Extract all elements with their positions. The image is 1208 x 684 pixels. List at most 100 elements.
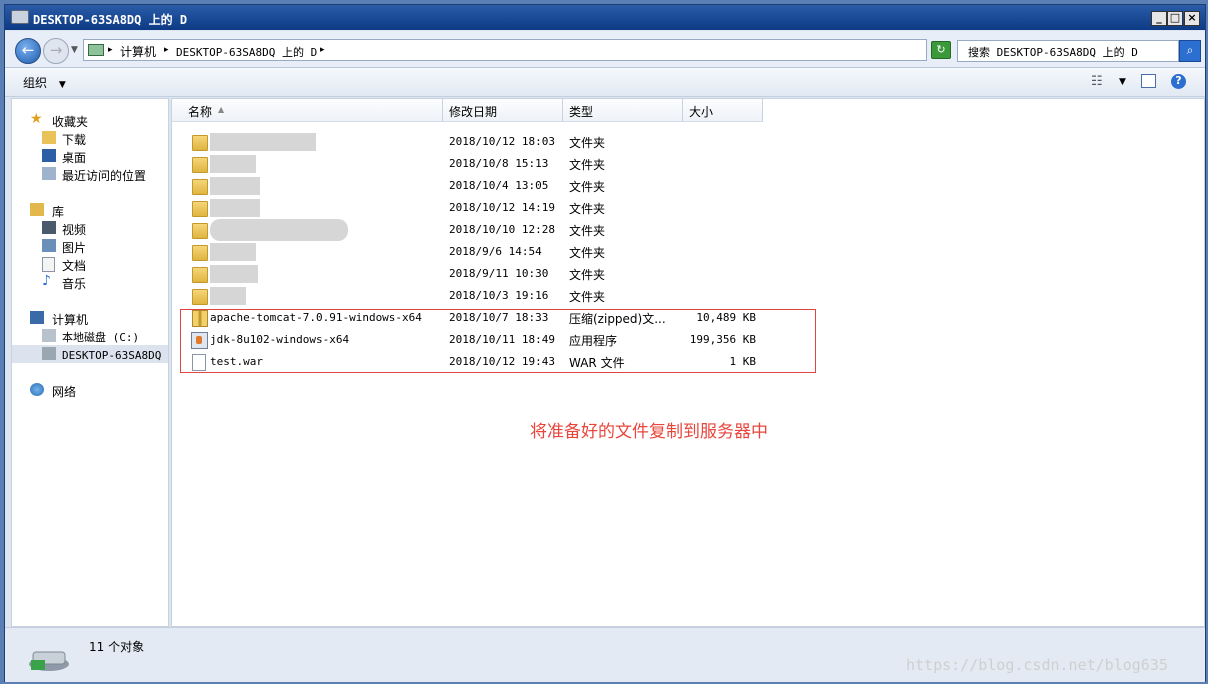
file-type: 文件夹 — [569, 290, 606, 304]
back-button[interactable]: ← — [15, 38, 41, 64]
organize-button[interactable]: 组织 ▼ — [23, 74, 66, 91]
desktop-icon — [42, 149, 56, 162]
network-globe-icon — [30, 383, 44, 396]
music-icon: ♪ — [42, 273, 51, 289]
sidebar-item-network-drive-d[interactable]: DESKTOP-63SA8DQ 上 — [12, 345, 168, 363]
sidebar-item-documents[interactable]: 文档 — [12, 255, 168, 273]
sidebar-item-recent-places[interactable]: 最近访问的位置 — [12, 165, 168, 183]
folder-row[interactable]: 2018/9/6 14:54 文件夹 — [172, 241, 1204, 263]
sidebar-label: 库 — [52, 205, 65, 219]
redacted-name — [210, 155, 256, 173]
file-type: 文件夹 — [569, 136, 606, 150]
file-type: 文件夹 — [569, 158, 606, 172]
folder-icon — [192, 267, 208, 283]
command-bar: 组织 ▼ ☷ ▼ ? — [5, 68, 1205, 97]
sidebar-label: 本地磁盘 (C:) — [62, 331, 140, 344]
computer-icon — [30, 311, 44, 324]
close-button[interactable]: × — [1184, 11, 1200, 26]
sidebar-group-libraries[interactable]: 库 — [12, 201, 168, 219]
star-icon: ★ — [30, 111, 43, 127]
sidebar-item-pictures[interactable]: 图片 — [12, 237, 168, 255]
network-drive-icon — [29, 651, 69, 671]
sidebar-label: 文档 — [62, 259, 87, 273]
column-label: 类型 — [569, 105, 594, 119]
redacted-name — [210, 287, 246, 305]
redacted-name — [210, 243, 256, 261]
modified-date: 2018/10/8 15:13 — [449, 157, 549, 170]
sidebar-group-network[interactable]: 网络 — [12, 381, 168, 399]
sidebar-item-desktop[interactable]: 桌面 — [12, 147, 168, 165]
videos-icon — [42, 221, 56, 234]
chevron-right-icon[interactable]: ▸ — [320, 45, 325, 55]
column-label: 大小 — [689, 105, 714, 119]
redacted-name — [210, 219, 348, 241]
minimize-button[interactable]: _ — [1151, 11, 1167, 26]
search-placeholder: 搜索 DESKTOP-63SA8DQ 上的 D — [968, 46, 1138, 59]
folder-icon — [192, 135, 208, 151]
modified-date: 2018/10/12 18:03 — [449, 135, 555, 148]
forward-button[interactable]: → — [43, 38, 69, 64]
view-dropdown-icon[interactable]: ▼ — [1119, 77, 1135, 91]
folder-row[interactable]: 2018/9/11 10:30 文件夹 — [172, 263, 1204, 285]
explorer-window: DESKTOP-63SA8DQ 上的 D _ □ × ← → ▼ ▸ 计算机 ▸… — [4, 4, 1206, 682]
folder-icon — [192, 157, 208, 173]
watermark-text: https://blog.csdn.net/blog635 — [906, 656, 1168, 674]
file-type: 文件夹 — [569, 202, 606, 216]
folder-icon — [192, 289, 208, 305]
redacted-name — [210, 133, 316, 151]
sidebar-label: 桌面 — [62, 151, 87, 165]
column-header-name[interactable]: 名称 ▲ — [172, 99, 443, 122]
folder-row[interactable]: 2018/10/10 12:28 文件夹 — [172, 219, 1204, 241]
downloads-folder-icon — [42, 131, 56, 144]
folder-icon — [192, 245, 208, 261]
annotation-text: 将准备好的文件复制到服务器中 — [530, 422, 768, 442]
preview-pane-icon[interactable] — [1141, 74, 1156, 88]
recent-places-icon — [42, 167, 56, 180]
chevron-right-icon[interactable]: ▸ — [108, 45, 113, 55]
network-drive-icon — [11, 10, 29, 24]
window-title: DESKTOP-63SA8DQ 上的 D — [33, 13, 188, 27]
network-drive-icon — [42, 347, 56, 360]
redacted-name — [210, 265, 258, 283]
search-icon[interactable]: ⌕ — [1179, 40, 1201, 62]
maximize-button[interactable]: □ — [1167, 11, 1183, 26]
file-type: 文件夹 — [569, 224, 606, 238]
sidebar-group-computer[interactable]: 计算机 — [12, 309, 168, 327]
folder-row[interactable]: 2018/10/4 13:05 文件夹 — [172, 175, 1204, 197]
chevron-right-icon[interactable]: ▸ — [164, 45, 169, 55]
sidebar-label: 音乐 — [62, 277, 87, 291]
sidebar-item-videos[interactable]: 视频 — [12, 219, 168, 237]
folder-icon — [192, 201, 208, 217]
folder-row[interactable]: 2018/10/3 19:16 文件夹 — [172, 285, 1204, 307]
folder-row[interactable]: 2018/10/12 18:03 文件夹 — [172, 131, 1204, 153]
column-header-date[interactable]: 修改日期 — [443, 99, 563, 122]
view-options-icon[interactable]: ☷ — [1091, 74, 1107, 89]
folder-row[interactable]: 2018/10/12 14:19 文件夹 — [172, 197, 1204, 219]
sidebar-item-downloads[interactable]: 下载 — [12, 129, 168, 147]
sidebar-item-local-disk-c[interactable]: 本地磁盘 (C:) — [12, 327, 168, 345]
help-icon[interactable]: ? — [1171, 74, 1186, 89]
refresh-icon[interactable]: ↻ — [931, 41, 951, 59]
sidebar-label: 图片 — [62, 241, 87, 255]
address-field[interactable]: ▸ 计算机 ▸ DESKTOP-63SA8DQ 上的 D ▸ ▼ — [83, 39, 997, 61]
library-icon — [30, 203, 44, 216]
computer-icon — [88, 44, 104, 56]
breadcrumb-drive[interactable]: DESKTOP-63SA8DQ 上的 D — [176, 44, 317, 60]
redacted-name — [210, 177, 260, 195]
breadcrumb-computer[interactable]: 计算机 — [120, 43, 156, 60]
sidebar-item-music[interactable]: ♪ 音乐 — [12, 273, 168, 291]
title-bar[interactable]: DESKTOP-63SA8DQ 上的 D _ □ × — [5, 5, 1205, 30]
redacted-name — [210, 199, 260, 217]
sidebar-label: 下载 — [62, 133, 87, 147]
search-input[interactable]: 搜索 DESKTOP-63SA8DQ 上的 D — [957, 40, 1179, 62]
folder-row[interactable]: 2018/10/8 15:13 文件夹 — [172, 153, 1204, 175]
history-dropdown-icon[interactable]: ▼ — [71, 45, 78, 55]
modified-date: 2018/9/11 10:30 — [449, 267, 549, 280]
sidebar-label: 网络 — [52, 385, 77, 399]
column-header-type[interactable]: 类型 — [563, 99, 683, 122]
column-header-size[interactable]: 大小 — [683, 99, 763, 122]
highlight-box — [180, 309, 816, 373]
modified-date: 2018/10/12 14:19 — [449, 201, 555, 214]
sidebar-group-favorites[interactable]: ★ 收藏夹 — [12, 111, 168, 129]
folder-icon — [192, 223, 208, 239]
